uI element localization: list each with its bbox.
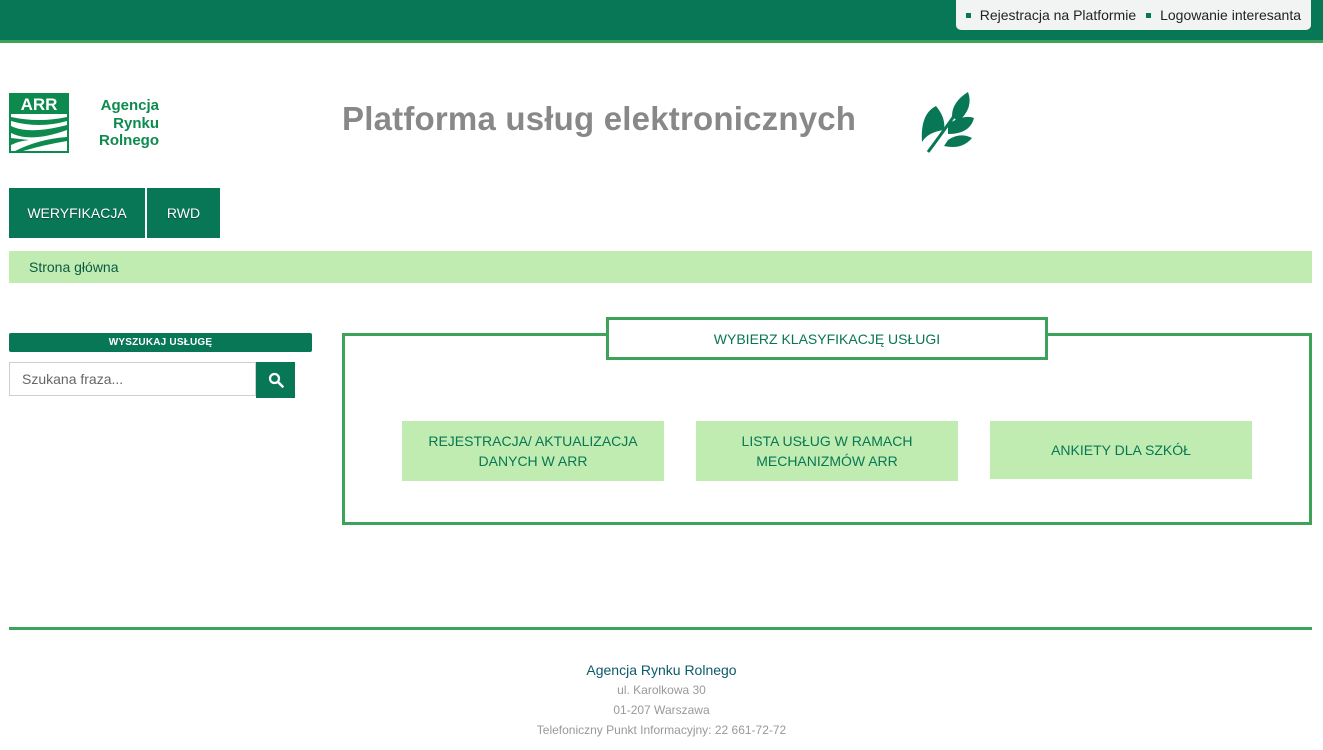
bullet-icon xyxy=(965,12,971,18)
arr-logo[interactable]: ARR Agencja Rynku Rolnego xyxy=(9,93,169,153)
top-bar: Rejestracja na Platformie Logowanie inte… xyxy=(0,0,1323,40)
tile-registration[interactable]: REJESTRACJA/ AKTUALIZACJA DANYCH W ARR xyxy=(402,421,664,481)
tile-services-list[interactable]: LISTA USŁUG W RAMACH MECHANIZMÓW ARR xyxy=(696,421,958,481)
tile-registration-line2: DANYCH W ARR xyxy=(478,453,588,469)
logo-name-line2: Rynku xyxy=(113,115,159,132)
logo-name: Agencja Rynku Rolnego xyxy=(83,93,159,153)
logo-abbr: ARR xyxy=(21,95,58,114)
top-bar-divider xyxy=(0,40,1323,43)
breadcrumb-home-link[interactable]: Strona główna xyxy=(29,259,119,275)
arr-logo-mark: ARR xyxy=(9,93,69,153)
bullet-icon xyxy=(1146,12,1152,18)
logo-name-line1: Agencja xyxy=(100,97,159,114)
page-title: Platforma usług elektronicznych xyxy=(342,100,857,137)
login-link[interactable]: Logowanie interesanta xyxy=(1146,7,1301,23)
search-section-title: WYSZUKAJ USŁUGĘ xyxy=(9,333,312,352)
classification-title: WYBIERZ KLASYFIKACJĘ USŁUGI xyxy=(606,317,1048,360)
top-links: Rejestracja na Platformie Logowanie inte… xyxy=(955,0,1311,30)
main-nav: WERYFIKACJA RWD xyxy=(9,188,222,238)
footer-divider xyxy=(9,627,1312,630)
nav-item-rwd[interactable]: RWD xyxy=(147,188,220,238)
tile-services-list-line1: LISTA USŁUG W RAMACH xyxy=(741,433,913,449)
breadcrumb: Strona główna xyxy=(9,251,1312,283)
register-link[interactable]: Rejestracja na Platformie xyxy=(965,7,1137,23)
footer-city: 01-207 Warszawa xyxy=(613,703,710,717)
tile-school-surveys-line1: ANKIETY DLA SZKÓŁ xyxy=(1051,442,1191,458)
footer-street: ul. Karolkowa 30 xyxy=(617,683,706,697)
tile-registration-line1: REJESTRACJA/ AKTUALIZACJA xyxy=(428,433,638,449)
register-link-label: Rejestracja na Platformie xyxy=(979,7,1137,23)
search-icon xyxy=(268,372,284,388)
logo-name-line3: Rolnego xyxy=(99,132,159,149)
footer-phone: Telefoniczny Punkt Informacyjny: 22 661-… xyxy=(536,723,787,737)
footer: Agencja Rynku Rolnego ul. Karolkowa 30 0… xyxy=(0,660,1323,740)
tile-school-surveys[interactable]: ANKIETY DLA SZKÓŁ xyxy=(990,421,1252,479)
login-link-label: Logowanie interesanta xyxy=(1160,7,1301,23)
footer-org: Agencja Rynku Rolnego xyxy=(586,662,737,678)
tile-services-list-line2: MECHANIZMÓW ARR xyxy=(756,453,898,469)
leaf-icon xyxy=(918,92,978,154)
search-input[interactable] xyxy=(9,362,256,396)
nav-item-weryfikacja[interactable]: WERYFIKACJA xyxy=(9,188,145,238)
search-button[interactable] xyxy=(256,362,295,398)
